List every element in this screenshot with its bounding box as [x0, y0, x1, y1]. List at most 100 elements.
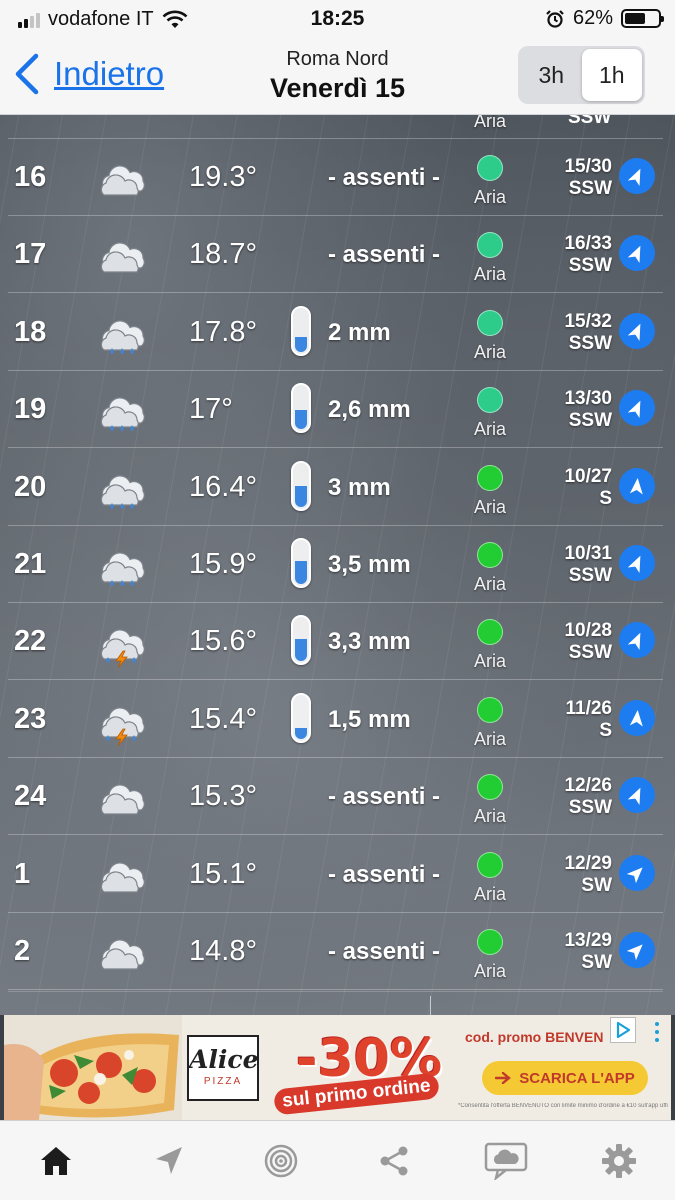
- tab-home[interactable]: [26, 1141, 86, 1181]
- hour-row[interactable]: 1 15.1° - assenti - Aria 12/29 SW: [8, 836, 663, 913]
- segment-1h[interactable]: 1h: [581, 49, 642, 101]
- rain-cloud-icon: [94, 314, 152, 354]
- air-quality[interactable]: Aria: [472, 155, 508, 208]
- hour-row[interactable]: 18 17.8° 2 mm Aria 15/32 SSW: [8, 294, 663, 371]
- segment-3h[interactable]: 3h: [521, 49, 582, 101]
- hour-label: 2: [14, 935, 31, 967]
- wind-arrow-button[interactable]: [619, 854, 655, 891]
- wind-arrow-button[interactable]: [619, 699, 655, 736]
- wind-arrow-button[interactable]: [619, 312, 655, 349]
- air-quality[interactable]: Aria: [472, 309, 508, 363]
- wind-info: 13/29 SW: [538, 930, 612, 974]
- cta-label: SCARICA L'APP: [519, 1069, 635, 1087]
- brand-sub: PIZZA: [203, 1076, 243, 1087]
- app-header: vodafone IT 18:25 62% Indietro Roma Nord…: [0, 0, 675, 115]
- tab-share[interactable]: [364, 1141, 424, 1181]
- rain-cloud-icon: [94, 546, 152, 586]
- cloud-icon: [94, 856, 152, 896]
- air-quality-label: Aria: [473, 419, 506, 440]
- pizza-image: [4, 1015, 182, 1120]
- air-quality[interactable]: Aria: [472, 542, 508, 595]
- air-quality[interactable]: Aria: [472, 929, 508, 982]
- wind-speed: 10/27: [564, 465, 612, 487]
- wind-info: 12/29 SW: [538, 853, 612, 897]
- navigation-arrow-icon: [627, 323, 641, 341]
- temperature: 19.3°: [189, 161, 258, 193]
- hour-row[interactable]: 19 17° 2,6 mm Aria 13/30 SSW: [8, 371, 663, 449]
- air-quality-label: Aria: [473, 961, 506, 981]
- adchoices-icon[interactable]: [610, 1017, 636, 1043]
- brand-logo: Alice PIZZA: [187, 1035, 259, 1101]
- air-quality[interactable]: Aria: [472, 619, 508, 672]
- rain-cloud-icon: [94, 469, 152, 509]
- tab-location[interactable]: [139, 1141, 199, 1181]
- wind-arrow-button[interactable]: [619, 622, 655, 659]
- hour-row[interactable]: 2 14.8° - assenti - Aria 13/29 SW: [8, 913, 663, 990]
- settings-icon: [601, 1144, 636, 1178]
- wind-arrow-button[interactable]: [619, 777, 655, 814]
- wind-speed: 15/30: [564, 156, 612, 177]
- air-quality[interactable]: Aria: [472, 851, 508, 905]
- wind-speed: 12/26: [564, 775, 612, 797]
- air-quality[interactable]: Aria: [472, 387, 508, 440]
- hour-label: 23: [14, 702, 47, 735]
- ad-banner[interactable]: Alice PIZZA -30% sul primo ordine cod. p…: [4, 1015, 671, 1120]
- rain-gauge-icon: [291, 615, 311, 666]
- wind-speed: 13/29: [564, 930, 612, 951]
- radar-icon: [265, 1144, 298, 1178]
- wind-arrow-button[interactable]: [619, 390, 655, 427]
- wind-arrow-button[interactable]: [619, 158, 655, 194]
- share-icon: [380, 1146, 408, 1176]
- hour-row[interactable]: 24 15.3° - assenti - Aria 12/26 SSW: [8, 758, 663, 836]
- temperature: 15.4°: [189, 702, 258, 735]
- wind-info: 11/26 S: [538, 698, 613, 742]
- location-name: Roma Nord: [286, 48, 389, 70]
- precipitation: - assenti -: [328, 783, 441, 811]
- hour-row[interactable]: 17 18.7° - assenti - Aria 16/33 SSW: [8, 216, 663, 294]
- hourly-list: Aria SSW 16 19.3° - assenti - Aria 15/30…: [8, 115, 663, 1015]
- wind-arrow-button[interactable]: [619, 932, 655, 968]
- wind-arrow-button[interactable]: [619, 545, 655, 581]
- temperature: 18.7°: [189, 238, 258, 271]
- status-bar: vodafone IT 18:25 62%: [0, 0, 675, 38]
- cloud-icon: [94, 236, 152, 276]
- wind-direction: SSW: [568, 797, 612, 819]
- air-quality[interactable]: Aria: [472, 232, 508, 285]
- tab-radar[interactable]: [251, 1141, 311, 1181]
- wind-speed: 12/29: [564, 852, 612, 874]
- navigation-arrow-icon: [629, 477, 643, 495]
- tab-chat[interactable]: [476, 1141, 536, 1181]
- partial-row: Aria SSW: [8, 115, 663, 139]
- hour-label: 18: [14, 315, 47, 348]
- interval-switch: 3h 1h: [518, 46, 645, 104]
- hour-row[interactable]: 21 15.9° 3,5 mm Aria 10/31 SSW: [8, 526, 663, 603]
- rain-gauge-icon: [291, 383, 311, 434]
- storm-cloud-icon: [94, 701, 152, 747]
- back-button[interactable]: Indietro: [14, 52, 164, 96]
- wind-info: 16/33 SSW: [538, 233, 612, 277]
- navigation-arrow-icon: [627, 246, 641, 264]
- air-quality[interactable]: Aria: [472, 464, 508, 518]
- chevron-left-icon: [15, 53, 39, 95]
- download-app-button[interactable]: SCARICA L'APP: [482, 1061, 648, 1095]
- hour-row[interactable]: 20 16.4° 3 mm Aria 10/27 S: [8, 449, 663, 526]
- air-quality-label: Aria: [473, 806, 506, 827]
- ad-menu-icon[interactable]: [645, 1017, 669, 1047]
- wind-arrow-button[interactable]: [619, 467, 655, 504]
- hour-row[interactable]: 16 19.3° - assenti - Aria 15/30 SSW: [8, 139, 663, 216]
- hourly-forecast[interactable]: Aria SSW 16 19.3° - assenti - Aria 15/30…: [0, 115, 675, 1015]
- brand-name: Alice: [189, 1045, 259, 1074]
- air-quality-label: Aria: [473, 574, 506, 594]
- wind-direction: SW: [581, 952, 612, 973]
- wind-arrow-button[interactable]: [619, 235, 655, 272]
- hour-row[interactable]: 23 15.4° 1,5 mm Aria 11/26 S: [8, 681, 663, 758]
- wind-direction: SSW: [568, 332, 612, 354]
- rain-cloud-icon: [94, 391, 152, 432]
- tab-settings[interactable]: [589, 1141, 649, 1181]
- hour-row[interactable]: 22 15.6° 3,3 mm Aria 10/28 SSW: [8, 603, 663, 681]
- air-quality[interactable]: Aria: [472, 774, 508, 827]
- wind-direction: S: [599, 487, 612, 509]
- air-quality[interactable]: Aria: [472, 696, 508, 750]
- precipitation: - assenti -: [328, 938, 441, 965]
- navigation-arrow-icon: [626, 866, 643, 883]
